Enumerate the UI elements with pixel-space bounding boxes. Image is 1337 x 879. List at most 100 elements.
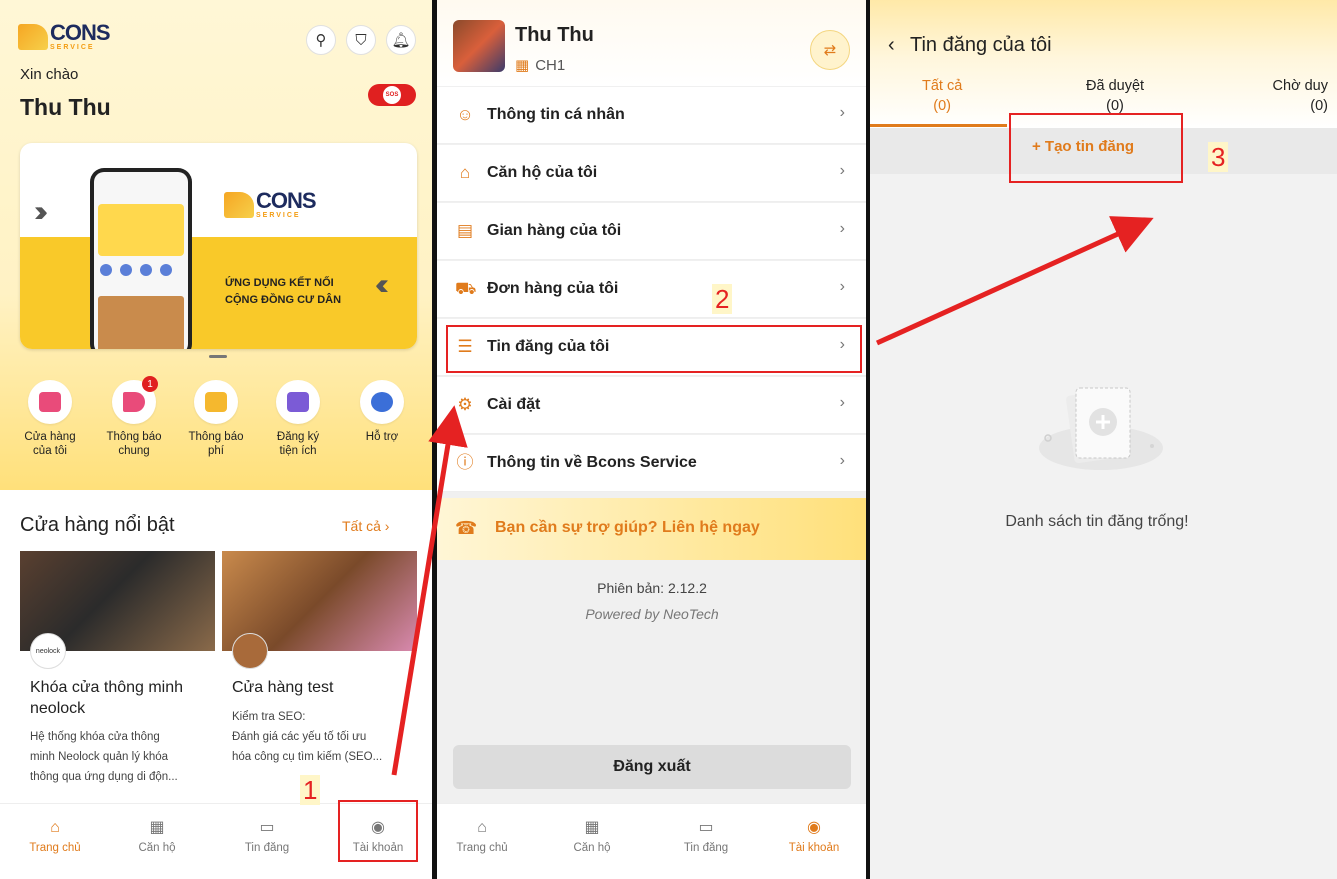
info-icon: ⓘ	[456, 453, 474, 472]
phone-mockup	[90, 168, 192, 349]
quick-action-my-store[interactable]: Cửa hàng của tôi	[10, 380, 90, 458]
quick-action-label: tiện ích	[279, 445, 317, 457]
account-user-name: Thu Thu	[515, 24, 594, 46]
tab-label: Đã duyệt	[1086, 78, 1145, 94]
nav-posts[interactable]: ▭ Tin đăng	[222, 818, 312, 854]
quick-action-label: Hỗ trợ	[365, 431, 399, 443]
menu-about[interactable]: ⓘ Thông tin về Bcons Service ›	[437, 435, 867, 492]
logo-subtext: SERVICE	[50, 44, 95, 51]
store-card[interactable]: Cửa hàng test Kiểm tra SEO: Đánh giá các…	[222, 551, 417, 801]
logout-button[interactable]: Đăng xuất	[453, 745, 851, 789]
chevron-right-icon: ›	[839, 452, 845, 469]
home-icon: ⌂	[459, 163, 471, 182]
chevrons-left-icon: ‹‹‹	[375, 268, 389, 301]
quick-action-label: Đăng ký	[276, 431, 320, 443]
tab-count: (0)	[933, 98, 952, 114]
menu-my-orders[interactable]: ⛟ Đơn hàng của tôi ›	[437, 261, 867, 318]
nav-apartment[interactable]: ▦ Căn hộ	[547, 818, 637, 854]
annotation-box-my-posts	[446, 325, 862, 373]
unit-label: CH1	[535, 57, 566, 74]
bed-icon: ▭	[259, 819, 275, 836]
menu-my-store[interactable]: ▤ Gian hàng của tôi ›	[437, 203, 867, 260]
nav-label: Căn hộ	[573, 842, 611, 854]
promo-banner[interactable]: ››› CONS SERVICE ỨNG DỤNG KẾT NỐI CỘNG Đ…	[20, 143, 417, 349]
support-icon: ☎	[455, 518, 478, 538]
building-icon: ▦	[584, 819, 600, 836]
annotation-box-account-tab	[338, 800, 418, 862]
bcons-logo: CONS SERVICE	[18, 22, 111, 51]
app-version: Phiên bản: 2.12.2	[597, 580, 707, 596]
account-icon: ◉	[807, 819, 821, 836]
sos-button[interactable]: SOS	[368, 84, 416, 106]
chevron-right-icon: ›	[839, 220, 845, 237]
greeting-text: Xin chào	[20, 66, 79, 83]
logo-mark-icon	[18, 23, 48, 50]
quick-action-announcements[interactable]: 1 Thông báo chung	[94, 376, 174, 458]
store-card[interactable]: neolock Khóa cửa thông minh neolock Hệ t…	[20, 551, 215, 801]
carousel-indicator	[209, 355, 227, 358]
quick-action-label: Thông báo	[106, 431, 162, 443]
annotation-step-1: 1	[300, 775, 321, 805]
nav-posts[interactable]: ▭ Tin đăng	[661, 818, 751, 854]
nav-label: Trang chủ	[456, 842, 508, 854]
tab-label: Tất cả	[922, 78, 963, 94]
switch-apartment-icon[interactable]: ⇄	[810, 30, 850, 70]
store-description: Kiểm tra SEO: Đánh giá các yếu tố tối ưu…	[232, 707, 409, 767]
account-screen: Thu Thu ▦ CH1 ⇄ ☺ Thông tin cá nhân › ⌂ Căn …	[437, 0, 867, 879]
nav-label: Căn hộ	[138, 842, 176, 854]
store-icon: ▤	[456, 221, 474, 240]
quick-action-support[interactable]: Hỗ trợ	[342, 380, 422, 444]
quick-action-label: chung	[118, 445, 150, 457]
tab-count: (0)	[1310, 98, 1328, 114]
store-title: Cửa hàng test	[232, 679, 334, 696]
menu-personal-info[interactable]: ☺ Thông tin cá nhân ›	[437, 87, 867, 144]
nav-label: Tài khoản	[788, 842, 840, 854]
chevrons-right-icon: ›››	[34, 195, 48, 228]
tab-all[interactable]: Tất cả (0)	[922, 76, 962, 116]
annotation-step-3: 3	[1208, 142, 1229, 172]
help-banner[interactable]: ☎ Bạn cần sự trợ giúp? Liên hệ ngay	[437, 498, 867, 560]
store-description-line: Hệ thống khóa cửa thông	[30, 731, 160, 743]
tab-pending[interactable]: Chờ duy (0)	[1258, 76, 1328, 116]
apartment-icon: ▦	[515, 57, 530, 74]
tab-approved[interactable]: Đã duyệt (0)	[1086, 76, 1144, 116]
store-description-line: minh Neolock quản lý khóa	[30, 751, 169, 763]
tab-label: Chờ duy	[1272, 78, 1328, 94]
nav-account[interactable]: ◉ Tài khoản	[769, 818, 859, 854]
store-description-line: Kiểm tra SEO:	[232, 711, 306, 723]
nav-home[interactable]: ⌂ Trang chủ	[10, 818, 100, 854]
annotation-step-2: 2	[712, 284, 733, 314]
chevron-right-icon: ›	[839, 394, 845, 411]
see-all-link[interactable]: Tất cả ›	[342, 518, 389, 534]
menu-label: Thông tin cá nhân	[487, 106, 625, 123]
quick-action-label: Thông báo	[188, 431, 244, 443]
banner-logo: CONS SERVICE	[224, 190, 317, 219]
menu-settings[interactable]: ⚙ Cài đặt ›	[437, 377, 867, 434]
banner-logo-subtext: SERVICE	[256, 212, 301, 219]
chevron-right-icon: ›	[839, 162, 845, 179]
nav-home[interactable]: ⌂ Trang chủ	[437, 818, 527, 854]
menu-my-apartment[interactable]: ⌂ Căn hộ của tôi ›	[437, 145, 867, 202]
store-description-line: hóa công cụ tìm kiếm (SEO...	[232, 751, 383, 763]
user-name: Thu Thu	[20, 94, 111, 120]
quick-action-register-utility[interactable]: Đăng ký tiện ích	[258, 380, 338, 458]
active-tab-indicator	[870, 124, 1007, 127]
home-icon: ⌂	[50, 819, 60, 836]
chevron-right-icon: ›	[839, 278, 845, 295]
menu-label: Cài đặt	[487, 396, 541, 413]
nav-apartment[interactable]: ▦ Căn hộ	[112, 818, 202, 854]
quick-action-fee-notice[interactable]: Thông báo phí	[176, 380, 256, 458]
megaphone-icon	[123, 392, 145, 412]
empty-list-text: Danh sách tin đăng trống!	[1005, 513, 1189, 530]
home-screen: CONS SERVICE ⚲ ⛉ 🔔︎ Xin chào Thu Thu SOS…	[0, 0, 432, 879]
banner-yellow-band	[20, 237, 417, 349]
quick-action-label: của tôi	[33, 445, 67, 457]
screenshot-root: CONS SERVICE ⚲ ⛉ 🔔︎ Xin chào Thu Thu SOS…	[0, 0, 1337, 879]
menu-label: Đơn hàng của tôi	[487, 280, 619, 297]
search-icon[interactable]: ⚲	[306, 25, 336, 55]
sos-icon: SOS	[383, 86, 401, 104]
shopping-bag-icon[interactable]: ⛉	[346, 25, 376, 55]
bell-icon[interactable]: 🔔︎	[386, 25, 416, 55]
nav-label: Tin đăng	[244, 842, 290, 854]
back-icon[interactable]: ‹	[888, 34, 895, 57]
